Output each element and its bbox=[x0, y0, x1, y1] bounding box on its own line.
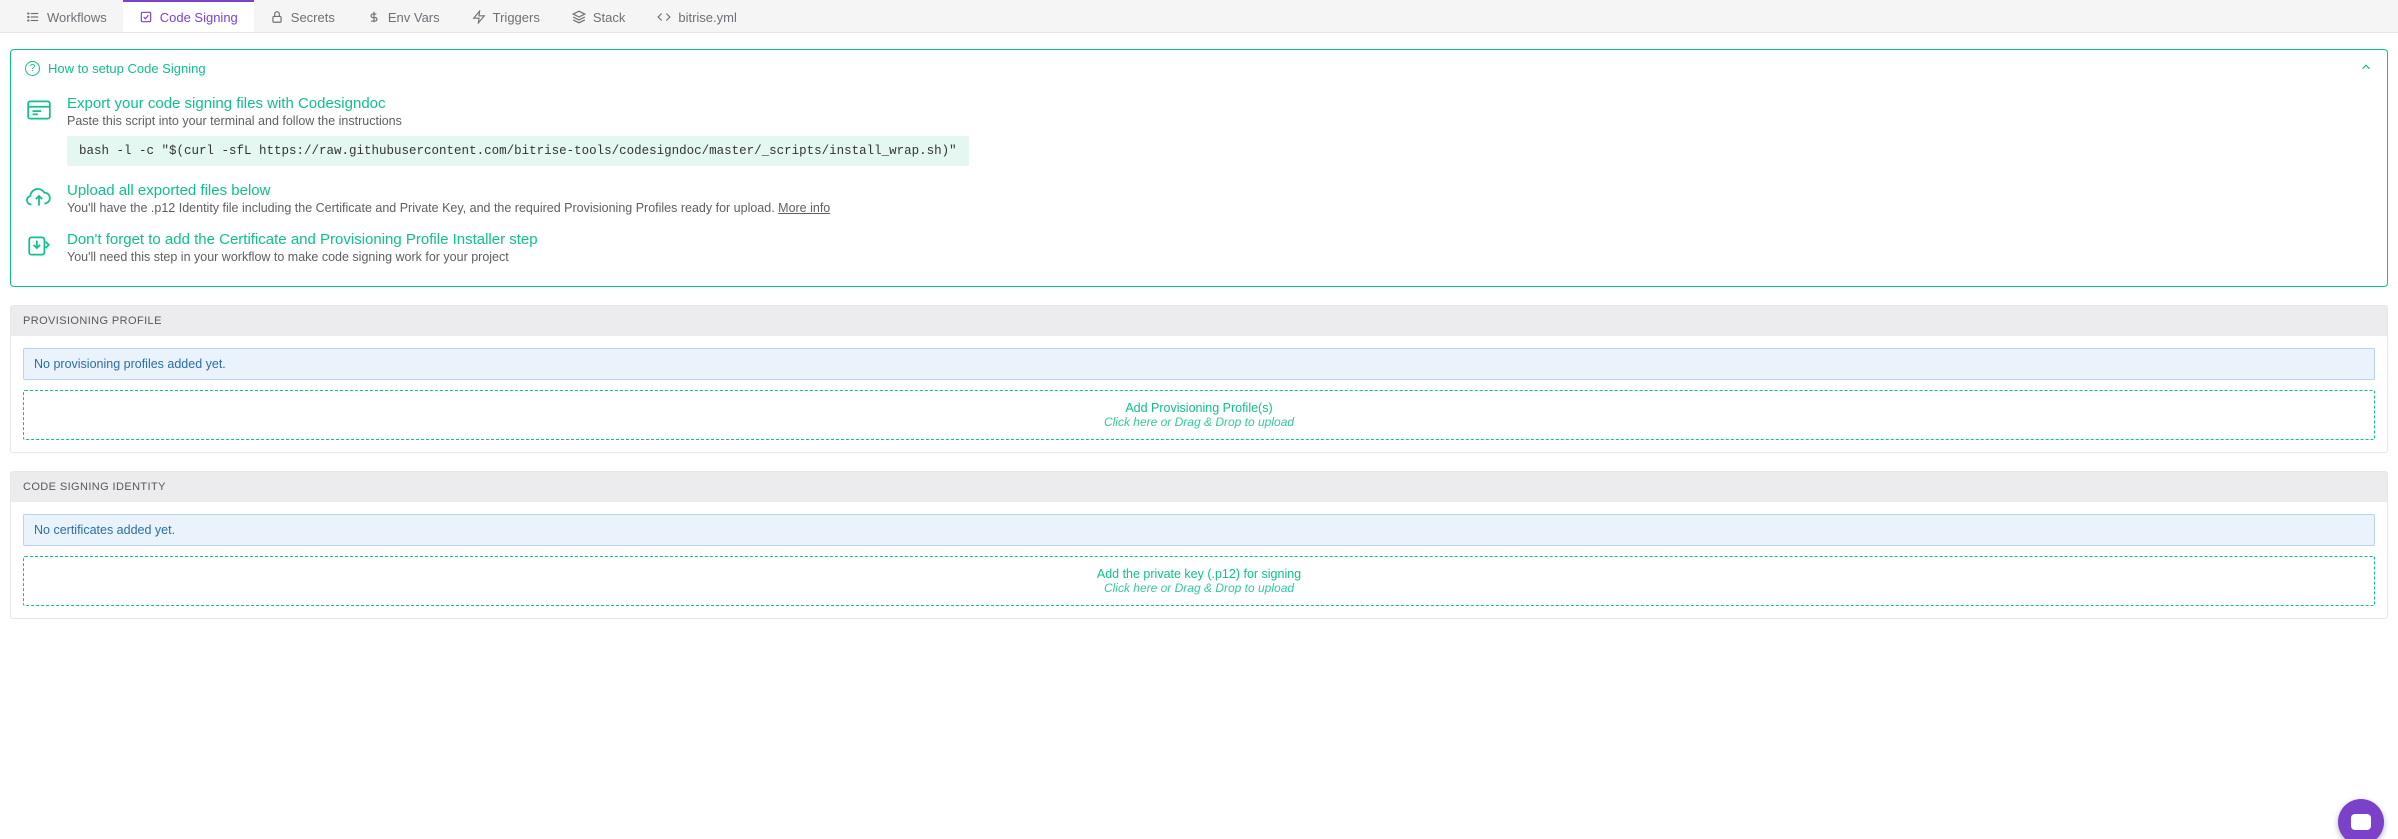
info-panel: ? How to setup Code Signing Export your … bbox=[10, 49, 2388, 287]
chat-fab[interactable] bbox=[2338, 799, 2384, 839]
terminal-icon bbox=[25, 95, 53, 123]
step-desc: You'll have the .p12 Identity file inclu… bbox=[67, 201, 2373, 215]
cloud-upload-icon bbox=[25, 182, 53, 210]
tab-code-signing[interactable]: Code Signing bbox=[123, 0, 254, 32]
install-script-code[interactable]: bash -l -c "$(curl -sfL https://raw.gith… bbox=[67, 136, 969, 166]
info-panel-title: How to setup Code Signing bbox=[48, 61, 206, 76]
setup-step-export: Export your code signing files with Code… bbox=[25, 85, 2373, 172]
identity-empty-notice: No certificates added yet. bbox=[23, 514, 2375, 546]
dollar-icon bbox=[367, 10, 381, 24]
question-icon: ? bbox=[25, 61, 40, 76]
tab-label: Env Vars bbox=[388, 10, 440, 25]
tab-label: Secrets bbox=[291, 10, 335, 25]
tab-label: bitrise.yml bbox=[678, 10, 737, 25]
dropzone-title: Add Provisioning Profile(s) bbox=[34, 401, 2364, 415]
code-signing-identity-section: CODE SIGNING IDENTITY No certificates ad… bbox=[10, 471, 2388, 619]
tab-secrets[interactable]: Secrets bbox=[254, 0, 351, 32]
more-info-link[interactable]: More info bbox=[778, 201, 830, 215]
identity-dropzone[interactable]: Add the private key (.p12) for signing C… bbox=[23, 556, 2375, 606]
step-title: Don't forget to add the Certificate and … bbox=[67, 231, 2373, 248]
code-icon bbox=[657, 10, 671, 24]
tab-label: Code Signing bbox=[160, 10, 238, 25]
shield-check-icon bbox=[139, 10, 153, 24]
chevron-up-icon[interactable] bbox=[2359, 60, 2373, 77]
provisioning-dropzone[interactable]: Add Provisioning Profile(s) Click here o… bbox=[23, 390, 2375, 440]
download-step-icon bbox=[25, 231, 53, 259]
section-header: CODE SIGNING IDENTITY bbox=[11, 472, 2387, 502]
tab-triggers[interactable]: Triggers bbox=[456, 0, 556, 32]
setup-step-installer: Don't forget to add the Certificate and … bbox=[25, 221, 2373, 270]
tab-bitrise-yml[interactable]: bitrise.yml bbox=[641, 0, 753, 32]
step-desc: Paste this script into your terminal and… bbox=[67, 114, 2373, 128]
tab-workflows[interactable]: Workflows bbox=[10, 0, 123, 32]
tab-env-vars[interactable]: Env Vars bbox=[351, 0, 456, 32]
chat-icon bbox=[2351, 814, 2371, 830]
tab-bar: Workflows Code Signing Secrets Env Vars … bbox=[0, 0, 2398, 33]
step-title: Upload all exported files below bbox=[67, 182, 2373, 199]
list-icon bbox=[26, 10, 40, 24]
lock-icon bbox=[270, 10, 284, 24]
tab-label: Stack bbox=[593, 10, 626, 25]
tab-label: Workflows bbox=[47, 10, 107, 25]
setup-step-upload: Upload all exported files below You'll h… bbox=[25, 172, 2373, 221]
dropzone-title: Add the private key (.p12) for signing bbox=[34, 567, 2364, 581]
step-title: Export your code signing files with Code… bbox=[67, 95, 2373, 112]
tab-stack[interactable]: Stack bbox=[556, 0, 642, 32]
info-panel-header[interactable]: ? How to setup Code Signing bbox=[11, 50, 2387, 81]
tab-label: Triggers bbox=[493, 10, 540, 25]
bolt-icon bbox=[472, 10, 486, 24]
step-desc: You'll need this step in your workflow t… bbox=[67, 250, 2373, 264]
section-header: PROVISIONING PROFILE bbox=[11, 306, 2387, 336]
layers-icon bbox=[572, 10, 586, 24]
dropzone-subtitle: Click here or Drag & Drop to upload bbox=[34, 581, 2364, 595]
dropzone-subtitle: Click here or Drag & Drop to upload bbox=[34, 415, 2364, 429]
provisioning-profile-section: PROVISIONING PROFILE No provisioning pro… bbox=[10, 305, 2388, 453]
provisioning-empty-notice: No provisioning profiles added yet. bbox=[23, 348, 2375, 380]
